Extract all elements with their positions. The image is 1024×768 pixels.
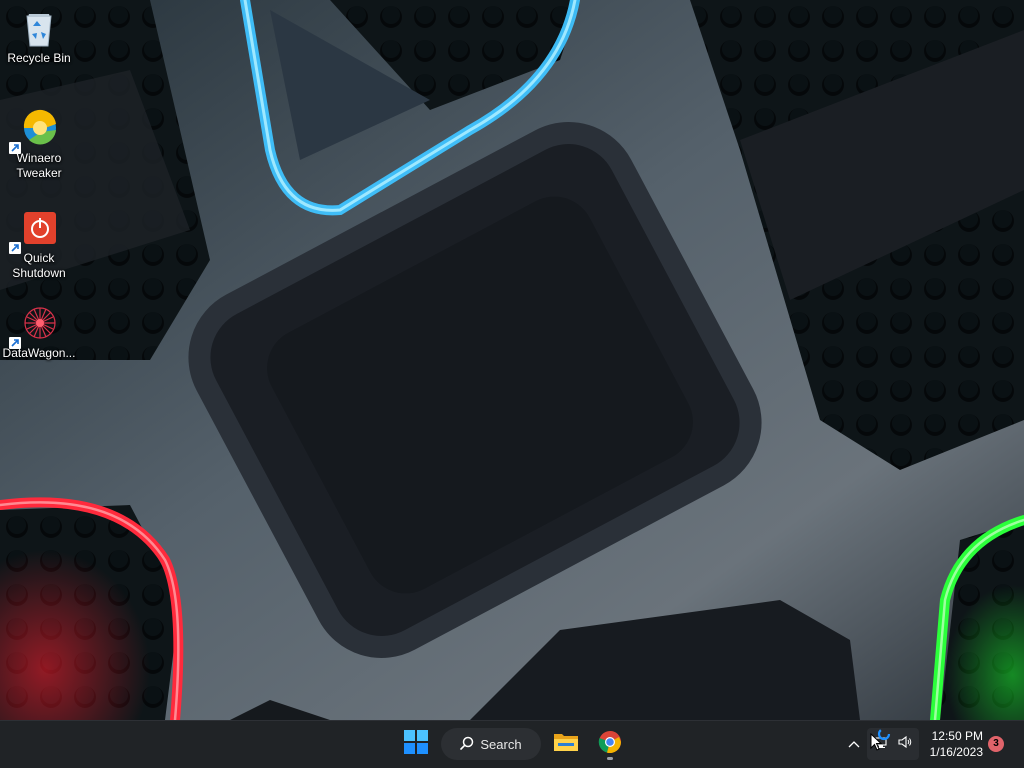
folder-icon [553, 731, 579, 758]
desktop-icon-winaero-tweaker[interactable]: Winaero Tweaker [2, 108, 76, 181]
desktop-icon-quick-shutdown[interactable]: Quick Shutdown [2, 208, 76, 281]
desktop-icon-label-line1: Winaero [16, 151, 62, 165]
desktop-icon-label-line2: Shutdown [12, 266, 66, 280]
notification-badge[interactable]: 3 [988, 736, 1004, 752]
desktop-icon-datawagon[interactable]: DataWagon... [2, 303, 76, 361]
taskbar-clock[interactable]: 12:50 PM 1/16/2023 [921, 727, 983, 761]
desktop-icon-recycle-bin[interactable]: Recycle Bin [2, 8, 76, 66]
search-label: Search [480, 736, 522, 752]
wallpaper-art [0, 0, 1024, 720]
clock-date: 1/16/2023 [929, 745, 983, 759]
speaker-icon [898, 735, 912, 754]
taskbar-chrome[interactable] [591, 726, 629, 762]
taskbar-search-button[interactable]: Search [441, 728, 541, 760]
busy-ring-icon [877, 727, 891, 746]
windows-start-icon [404, 729, 428, 759]
shortcut-arrow-icon [9, 337, 21, 349]
tray-overflow-button[interactable] [843, 730, 865, 758]
desktop-icon-label-line1: Quick [23, 251, 55, 265]
shortcut-arrow-icon [9, 142, 21, 154]
shortcut-arrow-icon [9, 242, 21, 254]
start-button[interactable] [397, 726, 435, 762]
clock-time: 12:50 PM [931, 729, 983, 743]
taskbar-file-explorer[interactable] [547, 726, 585, 762]
datawagon-icon [9, 303, 59, 349]
desktop-icon-label: Recycle Bin [7, 51, 71, 65]
power-icon [9, 208, 59, 254]
recycle-bin-icon [19, 8, 59, 48]
running-indicator [607, 757, 613, 760]
winaero-tweaker-icon [9, 108, 59, 154]
desktop-icon-label-line2: Tweaker [16, 166, 62, 180]
search-icon [460, 736, 474, 753]
desktop-wallpaper [0, 0, 1024, 720]
chevron-up-icon [848, 735, 860, 753]
chrome-icon [598, 730, 622, 759]
